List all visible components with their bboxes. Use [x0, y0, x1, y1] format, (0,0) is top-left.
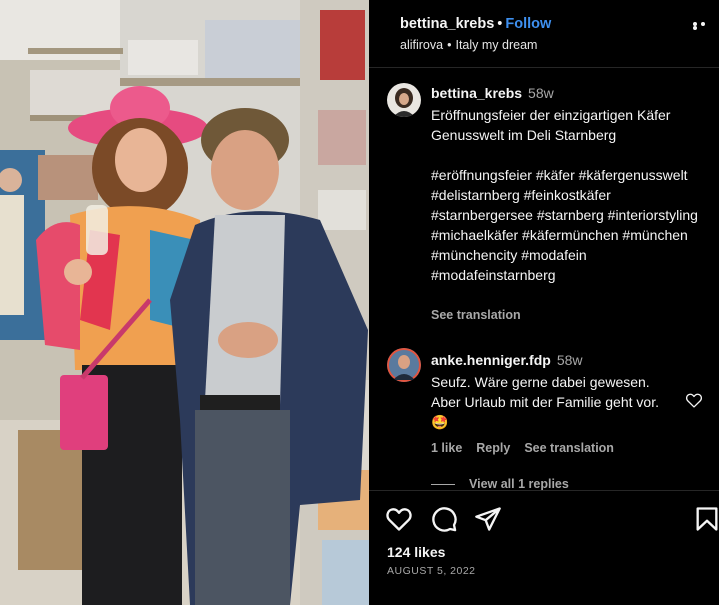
comment-time: 58w [556, 352, 583, 368]
send-icon[interactable] [474, 505, 502, 533]
caption-hashtags[interactable]: #eröffnungsfeier #käfer #käfergenusswelt… [431, 165, 701, 285]
comment-icon[interactable] [430, 505, 458, 533]
separator-dot: • [497, 16, 503, 32]
comment-likes[interactable]: 1 like [431, 441, 462, 455]
caption-see-translation[interactable]: See translation [431, 308, 521, 322]
view-replies-label: View all 1 replies [469, 477, 569, 491]
comment-actions: 1 like Reply See translation [431, 441, 628, 455]
comment-author: anke.henniger.fdp 58w [431, 352, 583, 368]
caption-text: Eröffnungsfeier der einzigartigen Käfer … [431, 105, 701, 285]
comment-reply-button[interactable]: Reply [476, 441, 510, 455]
header-user-line: bettina_krebs • Follow [400, 16, 551, 32]
post-date: AUGUST 5, 2022 [387, 565, 476, 577]
likes-count[interactable]: 124 likes [387, 544, 445, 560]
tagged-user[interactable]: alifirova [400, 38, 443, 52]
post-photo-image [0, 0, 369, 605]
replies-divider [431, 484, 455, 486]
separator-dot: • [447, 38, 452, 52]
comment-text: Seufz. Wäre gerne dabei gewesen. Aber Ur… [431, 374, 659, 430]
header-sub-line: alifirova • Italy my dream [400, 38, 537, 52]
post-location[interactable]: Italy my dream [455, 38, 537, 52]
comment-see-translation[interactable]: See translation [524, 441, 614, 455]
bookmark-icon[interactable] [693, 505, 719, 533]
post-details-panel: bettina_krebs • Follow alifirova • Italy my … [369, 0, 719, 605]
caption-body: Eröffnungsfeier der einzigartigen Käfer … [431, 107, 671, 143]
caption-time: 58w [528, 85, 554, 101]
author-username[interactable]: bettina_krebs [400, 16, 494, 32]
comment-like-heart-icon[interactable] [685, 392, 703, 408]
more-options-icon[interactable] [693, 22, 715, 32]
commenter-avatar[interactable] [387, 348, 421, 382]
post-photo[interactable] [0, 0, 369, 605]
post-header: bettina_krebs • Follow alifirova • Italy my … [369, 0, 719, 68]
caption-author: bettina_krebs 58w [431, 85, 554, 101]
caption-username[interactable]: bettina_krebs [431, 85, 522, 101]
follow-button[interactable]: Follow [505, 16, 551, 32]
heart-icon[interactable] [385, 505, 413, 533]
view-replies-button[interactable]: View all 1 replies [431, 477, 569, 491]
comment-username[interactable]: anke.henniger.fdp [431, 352, 551, 368]
author-avatar[interactable] [387, 83, 421, 117]
post-footer: 124 likes AUGUST 5, 2022 [369, 490, 719, 605]
